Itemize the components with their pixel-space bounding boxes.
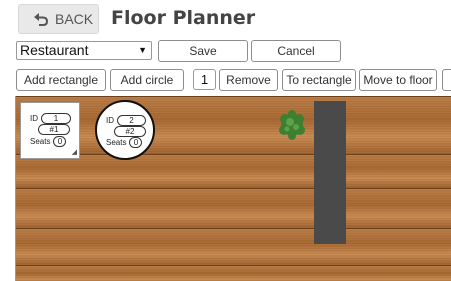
floor-canvas[interactable]: ID 1 #1 Seats 0 ◢ ID 2 #2 Seats 0 xyxy=(15,96,451,281)
floor-select-value: Restaurant xyxy=(20,42,89,58)
table-circle[interactable]: ID 2 #2 Seats 0 xyxy=(95,100,155,160)
to-rectangle-button[interactable]: To rectangle xyxy=(282,69,356,91)
floor-plank xyxy=(16,265,451,281)
table-name-row: #1 xyxy=(38,124,70,135)
dropdown-arrow-icon: ▼ xyxy=(138,45,147,55)
floor-select[interactable]: Restaurant ▼ xyxy=(16,41,152,60)
floor-plank xyxy=(16,96,451,154)
table-seats-label: Seats xyxy=(30,137,51,146)
add-circle-button[interactable]: Add circle xyxy=(110,69,184,91)
add-rectangle-button[interactable]: Add rectangle xyxy=(16,69,106,91)
selected-count-field[interactable]: 1 xyxy=(193,69,216,90)
table-seats-row: Seats 0 xyxy=(106,137,143,148)
table-name-field[interactable]: #2 xyxy=(114,126,146,137)
wall-partition[interactable] xyxy=(314,101,346,244)
table-id-label: ID xyxy=(106,116,114,125)
move-to-floor-button[interactable]: Move to floor xyxy=(359,69,437,91)
floor-plank xyxy=(16,188,451,228)
table-seats-field[interactable]: 0 xyxy=(53,136,67,147)
table-seats-row: Seats 0 xyxy=(30,136,67,147)
table-name-row: #2 xyxy=(114,126,146,137)
table-id-field[interactable]: 1 xyxy=(41,113,71,124)
table-seats-label: Seats xyxy=(106,138,127,147)
table-seats-field[interactable]: 0 xyxy=(129,137,143,148)
table-id-row: ID 1 xyxy=(30,113,71,124)
next-toolbar-button[interactable] xyxy=(442,69,451,91)
page-title: Floor Planner xyxy=(111,7,256,29)
plant-icon[interactable] xyxy=(276,109,308,141)
save-button[interactable]: Save xyxy=(158,40,248,62)
back-label: BACK xyxy=(55,11,94,27)
table-rectangle[interactable]: ID 1 #1 Seats 0 ◢ xyxy=(20,102,80,159)
cancel-button[interactable]: Cancel xyxy=(251,40,341,62)
back-arrow-icon xyxy=(34,13,48,26)
remove-button[interactable]: Remove xyxy=(219,69,278,91)
floor-plank xyxy=(16,228,451,265)
table-id-row: ID 2 xyxy=(106,115,146,126)
floor-plank xyxy=(16,154,451,188)
back-button[interactable]: BACK xyxy=(18,4,99,34)
table-id-field[interactable]: 2 xyxy=(117,115,146,126)
table-id-label: ID xyxy=(30,114,38,123)
resize-handle-icon[interactable]: ◢ xyxy=(72,148,77,156)
table-name-field[interactable]: #1 xyxy=(38,124,70,135)
